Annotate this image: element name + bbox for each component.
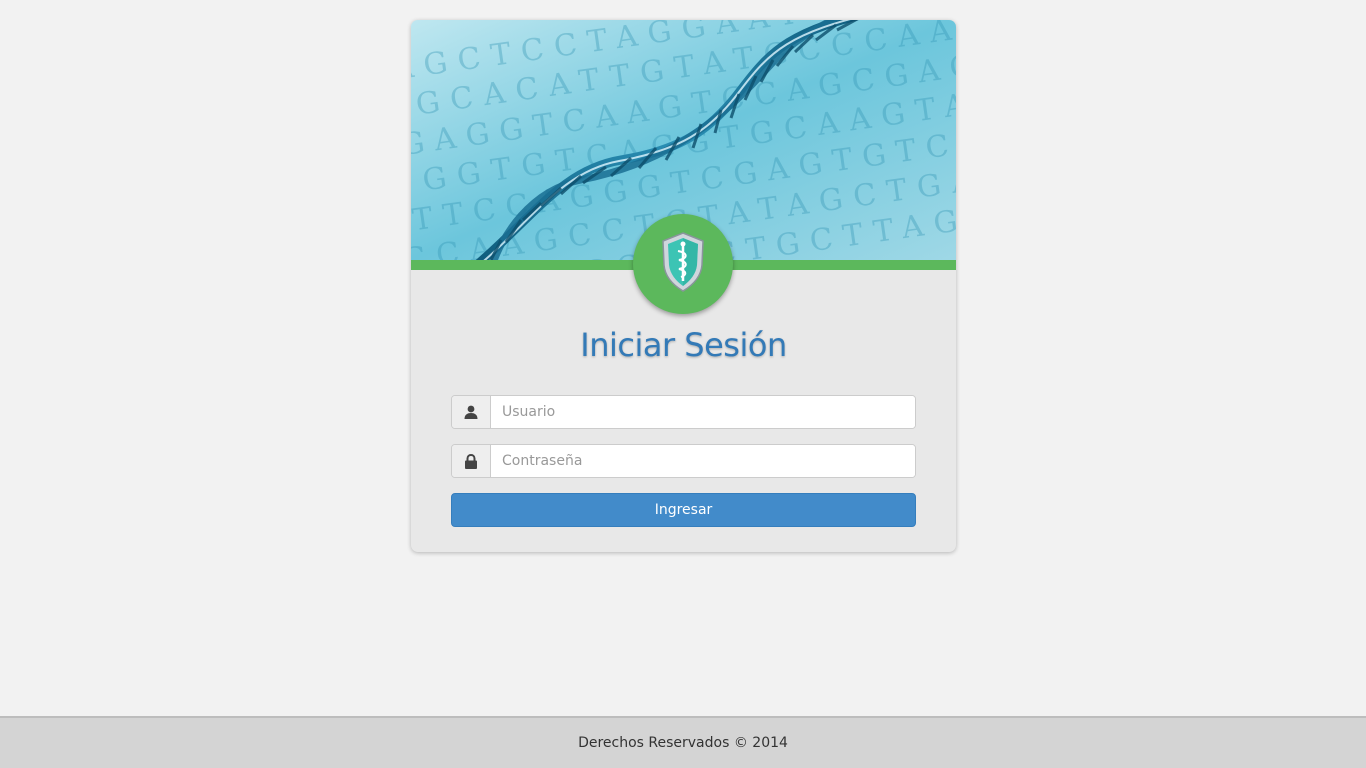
login-card: CAGCTCCTAGGAATCCGTAG GGCACATTGTATGCCCAAGT… [411, 20, 956, 552]
medical-shield-caduceus-icon [659, 231, 707, 297]
login-title: Iniciar Sesión [580, 326, 787, 364]
username-input[interactable] [491, 396, 915, 428]
footer: Derechos Reservados © 2014 [0, 716, 1366, 768]
copyright-text: Derechos Reservados © 2014 [578, 735, 788, 751]
username-group [451, 395, 916, 429]
password-input[interactable] [491, 445, 915, 477]
password-group [451, 444, 916, 478]
user-icon [452, 396, 491, 428]
lock-icon [452, 445, 491, 477]
logo-badge [633, 214, 733, 314]
login-submit-button[interactable]: Ingresar [451, 493, 916, 527]
